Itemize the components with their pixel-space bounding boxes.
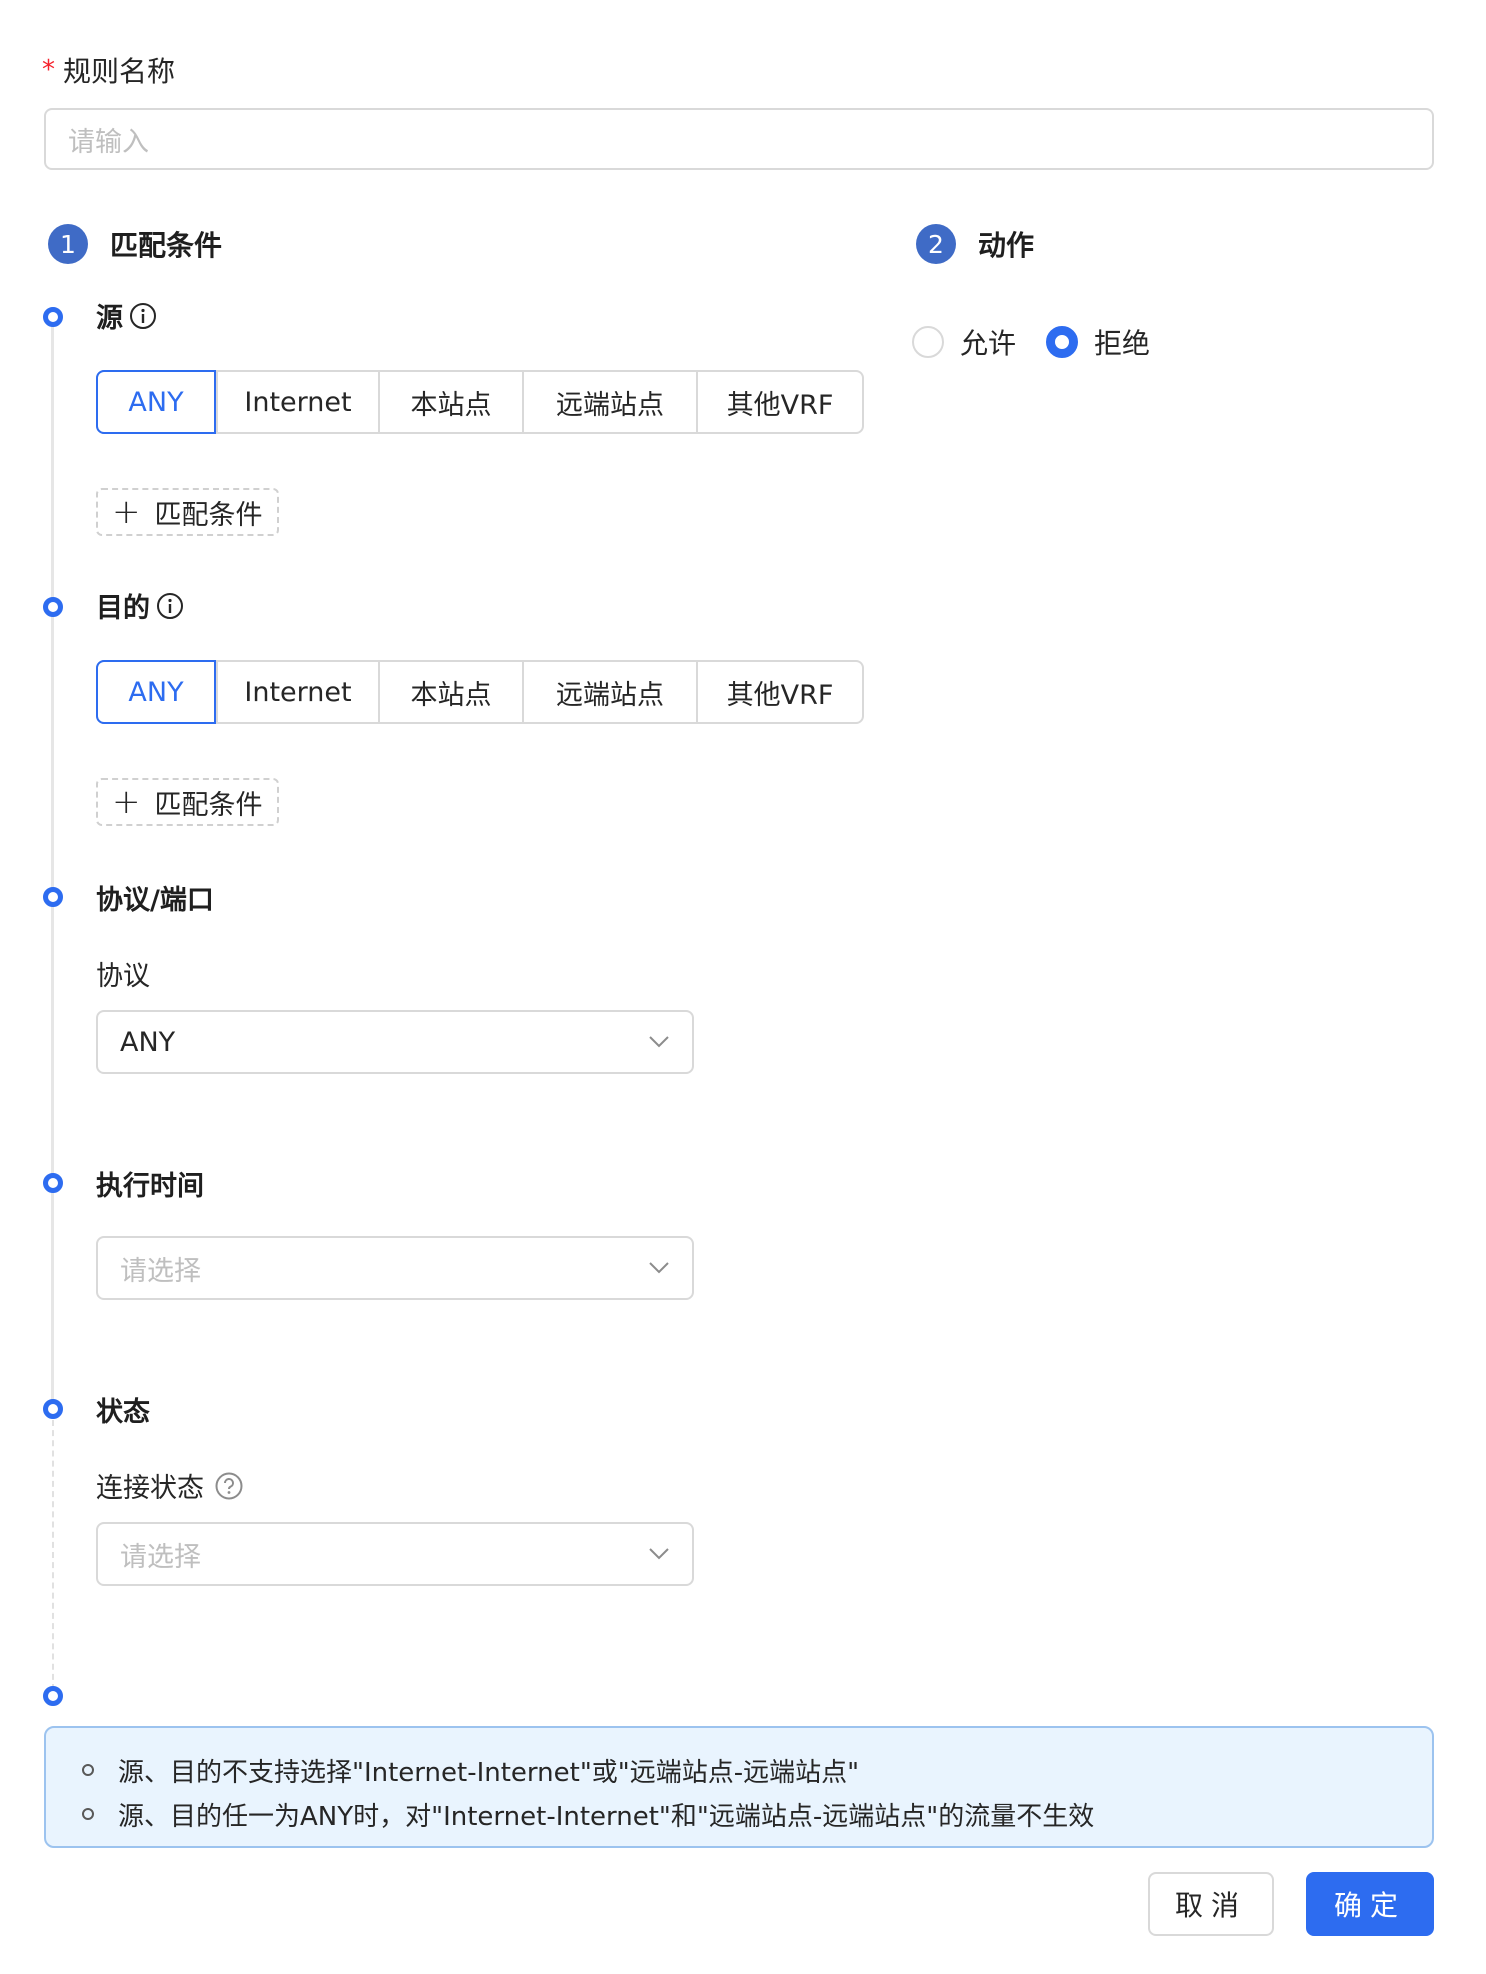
source-add-condition-button[interactable]: + 匹配条件 bbox=[96, 488, 279, 536]
protocol-label: 协议 bbox=[96, 961, 150, 992]
timeline-dot-state bbox=[43, 1399, 63, 1419]
destination-segmented: ANY Internet 本站点 远端站点 其他VRF bbox=[96, 660, 864, 724]
source-add-condition-label: 匹配条件 bbox=[154, 499, 263, 531]
source-title: 源 bbox=[96, 303, 123, 334]
plus-icon: + bbox=[112, 492, 141, 532]
notice-text-1: 源、目的不支持选择"Internet-Internet"或"远端站点-远端站点" bbox=[118, 1757, 860, 1788]
source-option-internet[interactable]: Internet bbox=[216, 372, 378, 432]
required-mark: * bbox=[42, 55, 55, 85]
destination-add-condition-label: 匹配条件 bbox=[154, 789, 263, 821]
schedule-select-placeholder: 请选择 bbox=[120, 1255, 201, 1287]
radio-allow-label: 允许 bbox=[960, 327, 1017, 360]
timeline-dot-schedule bbox=[43, 1173, 63, 1193]
timeline-line-dashed bbox=[52, 1420, 54, 1690]
radio-allow[interactable]: 允许 bbox=[912, 322, 1016, 362]
chevron-down-icon bbox=[649, 1036, 669, 1048]
confirm-button[interactable]: 确定 bbox=[1306, 1872, 1434, 1936]
source-segmented: ANY Internet 本站点 远端站点 其他VRF bbox=[96, 370, 864, 434]
chevron-down-icon bbox=[649, 1262, 669, 1274]
step-1-header: 1 匹配条件 bbox=[48, 224, 222, 264]
destination-option-other-vrf[interactable]: 其他VRF bbox=[696, 662, 862, 722]
notice-alert: 源、目的不支持选择"Internet-Internet"或"远端站点-远端站点"… bbox=[44, 1726, 1434, 1848]
step-1-badge: 1 bbox=[48, 224, 88, 264]
protocol-select[interactable]: ANY bbox=[96, 1010, 694, 1074]
source-option-other-vrf[interactable]: 其他VRF bbox=[696, 372, 862, 432]
notice-text-2: 源、目的任一为ANY时，对"Internet-Internet"和"远端站点-远… bbox=[118, 1801, 1095, 1832]
destination-option-remote-site[interactable]: 远端站点 bbox=[522, 662, 696, 722]
destination-option-any[interactable]: ANY bbox=[96, 660, 216, 724]
radio-deny-circle[interactable] bbox=[1046, 326, 1079, 358]
bullet-icon bbox=[82, 1764, 94, 1776]
rule-name-placeholder: 请输入 bbox=[68, 126, 149, 158]
info-icon[interactable] bbox=[129, 302, 157, 330]
bullet-icon bbox=[82, 1808, 94, 1820]
destination-title: 目的 bbox=[96, 593, 150, 624]
step-2-title: 动作 bbox=[978, 229, 1035, 262]
connection-state-label-row: 连接状态 bbox=[96, 1466, 244, 1505]
source-option-any[interactable]: ANY bbox=[96, 370, 216, 434]
chevron-down-icon bbox=[649, 1548, 669, 1560]
notice-item: 源、目的任一为ANY时，对"Internet-Internet"和"远端站点-远… bbox=[82, 1792, 1396, 1836]
destination-add-condition-button[interactable]: + 匹配条件 bbox=[96, 778, 279, 826]
connection-state-placeholder: 请选择 bbox=[120, 1541, 201, 1573]
schedule-select[interactable]: 请选择 bbox=[96, 1236, 694, 1300]
timeline-line bbox=[51, 316, 54, 1416]
help-icon[interactable] bbox=[214, 1471, 244, 1501]
timeline-dot-destination bbox=[43, 597, 63, 617]
step-2-header: 2 动作 bbox=[916, 224, 1034, 264]
action-radio-group: 允许 拒绝 bbox=[912, 322, 1150, 362]
destination-title-row: 目的 bbox=[96, 586, 184, 625]
state-title: 状态 bbox=[96, 1397, 150, 1428]
protocol-select-value: ANY bbox=[120, 1026, 176, 1058]
radio-deny-label: 拒绝 bbox=[1094, 327, 1151, 360]
cancel-button[interactable]: 取消 bbox=[1148, 1872, 1274, 1936]
notice-item: 源、目的不支持选择"Internet-Internet"或"远端站点-远端站点" bbox=[82, 1748, 1396, 1792]
rule-name-label-row: * 规则名称 bbox=[42, 50, 175, 90]
rule-name-input[interactable]: 请输入 bbox=[44, 108, 1434, 170]
source-option-remote-site[interactable]: 远端站点 bbox=[522, 372, 696, 432]
source-option-local-site[interactable]: 本站点 bbox=[378, 372, 522, 432]
destination-option-internet[interactable]: Internet bbox=[216, 662, 378, 722]
timeline-dot-end bbox=[43, 1686, 63, 1706]
source-title-row: 源 bbox=[96, 296, 157, 335]
timeline-dot-protocol bbox=[43, 887, 63, 907]
radio-allow-circle[interactable] bbox=[912, 326, 944, 358]
destination-option-local-site[interactable]: 本站点 bbox=[378, 662, 522, 722]
step-1-title: 匹配条件 bbox=[110, 229, 223, 262]
schedule-title: 执行时间 bbox=[96, 1171, 204, 1202]
plus-icon: + bbox=[112, 782, 141, 822]
rule-name-label: 规则名称 bbox=[63, 55, 176, 88]
info-icon[interactable] bbox=[156, 592, 184, 620]
step-2-badge: 2 bbox=[916, 224, 956, 264]
radio-deny[interactable]: 拒绝 bbox=[1046, 322, 1150, 362]
connection-state-label: 连接状态 bbox=[96, 1473, 204, 1504]
protocol-port-title: 协议/端口 bbox=[96, 885, 214, 916]
timeline-dot-source bbox=[43, 307, 63, 327]
connection-state-select[interactable]: 请选择 bbox=[96, 1522, 694, 1586]
